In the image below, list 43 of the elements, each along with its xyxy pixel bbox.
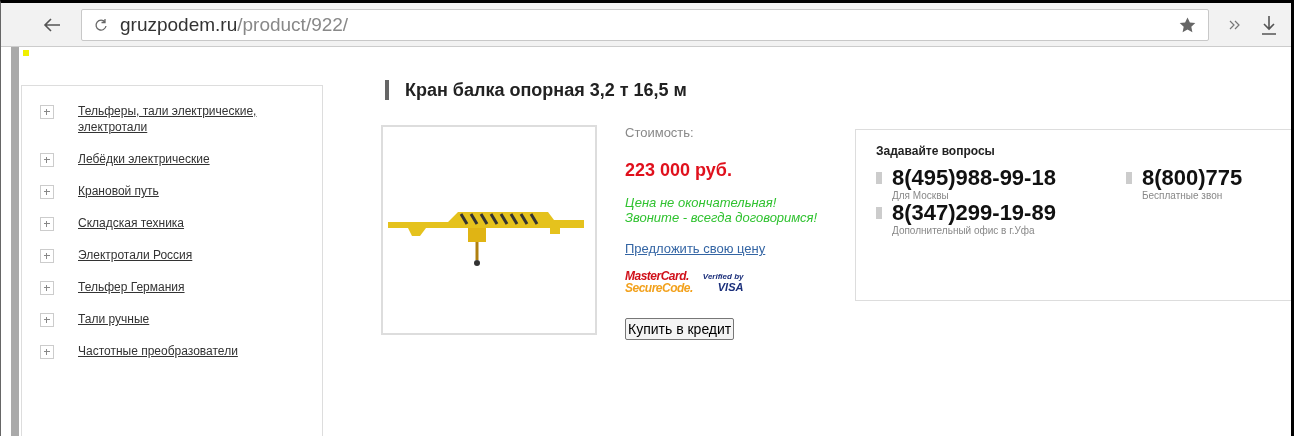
catalog-link[interactable]: Складская техника	[78, 215, 304, 231]
url-host: gruzpodem.ru	[120, 13, 238, 36]
plus-icon[interactable]	[40, 345, 54, 359]
address-bar[interactable]: gruzpodem.ru/product/922/	[81, 8, 1209, 41]
price-note: Цена не окончательная! Звоните - всегда договоримся!	[625, 195, 819, 225]
phone-number: 8(800)775	[1142, 166, 1243, 190]
download-icon[interactable]	[1261, 14, 1277, 35]
catalog-link[interactable]: Тали ручные	[78, 311, 304, 327]
phone-caption: Дополнительный офис в г.Уфа	[892, 225, 1035, 236]
url-path: /product/922/	[237, 13, 349, 36]
verified-by-visa-logo: Verified by VISA	[702, 271, 744, 293]
phone-number: 8(347)299-19-89	[892, 201, 1056, 225]
phone-number: 8(495)988-99-18	[892, 166, 1056, 190]
chevrons-icon[interactable]	[1229, 19, 1241, 30]
plus-icon[interactable]	[40, 249, 54, 263]
plus-icon[interactable]	[40, 185, 54, 199]
buy-on-credit-button[interactable]: Купить в кредит	[625, 318, 735, 340]
catalog-link[interactable]: Электротали Россия	[78, 247, 304, 263]
phone-icon	[876, 172, 882, 184]
price: 223 000 руб.	[625, 160, 732, 181]
plus-icon[interactable]	[40, 153, 54, 167]
offer-price-link[interactable]: Предложить свою цену	[625, 241, 766, 256]
catalog-link[interactable]: Частотные преобразователи	[78, 343, 304, 359]
plus-icon[interactable]	[40, 313, 54, 327]
product-title: Кран балка опорная 3,2 т 16,5 м	[385, 80, 1291, 100]
reload-icon[interactable]	[94, 17, 108, 32]
plus-icon[interactable]	[40, 217, 54, 231]
phone-caption: Для Москвы	[892, 190, 950, 201]
phone-caption: Бесплатные звон	[1142, 190, 1224, 201]
phone-icon	[876, 207, 882, 219]
catalog-link[interactable]: Тельфер Германия	[78, 279, 304, 295]
mastercard-securecode-logo: MasterCard. SecureCode.	[625, 270, 693, 294]
plus-icon[interactable]	[40, 105, 54, 119]
catalog-link[interactable]: Тельферы, тали электрические, электротали	[78, 103, 304, 135]
phone-icon	[1126, 172, 1132, 184]
plus-icon[interactable]	[40, 281, 54, 295]
catalog-link[interactable]: Крановой путь	[78, 183, 304, 199]
star-icon[interactable]	[1179, 16, 1196, 33]
price-label: Стоимость:	[625, 125, 694, 140]
bullet-icon	[23, 50, 29, 56]
catalog-link[interactable]: Лебёдки электрические	[78, 151, 304, 167]
back-arrow-icon[interactable]	[43, 17, 61, 32]
contacts-heading: Задавайте вопросы	[876, 144, 996, 158]
